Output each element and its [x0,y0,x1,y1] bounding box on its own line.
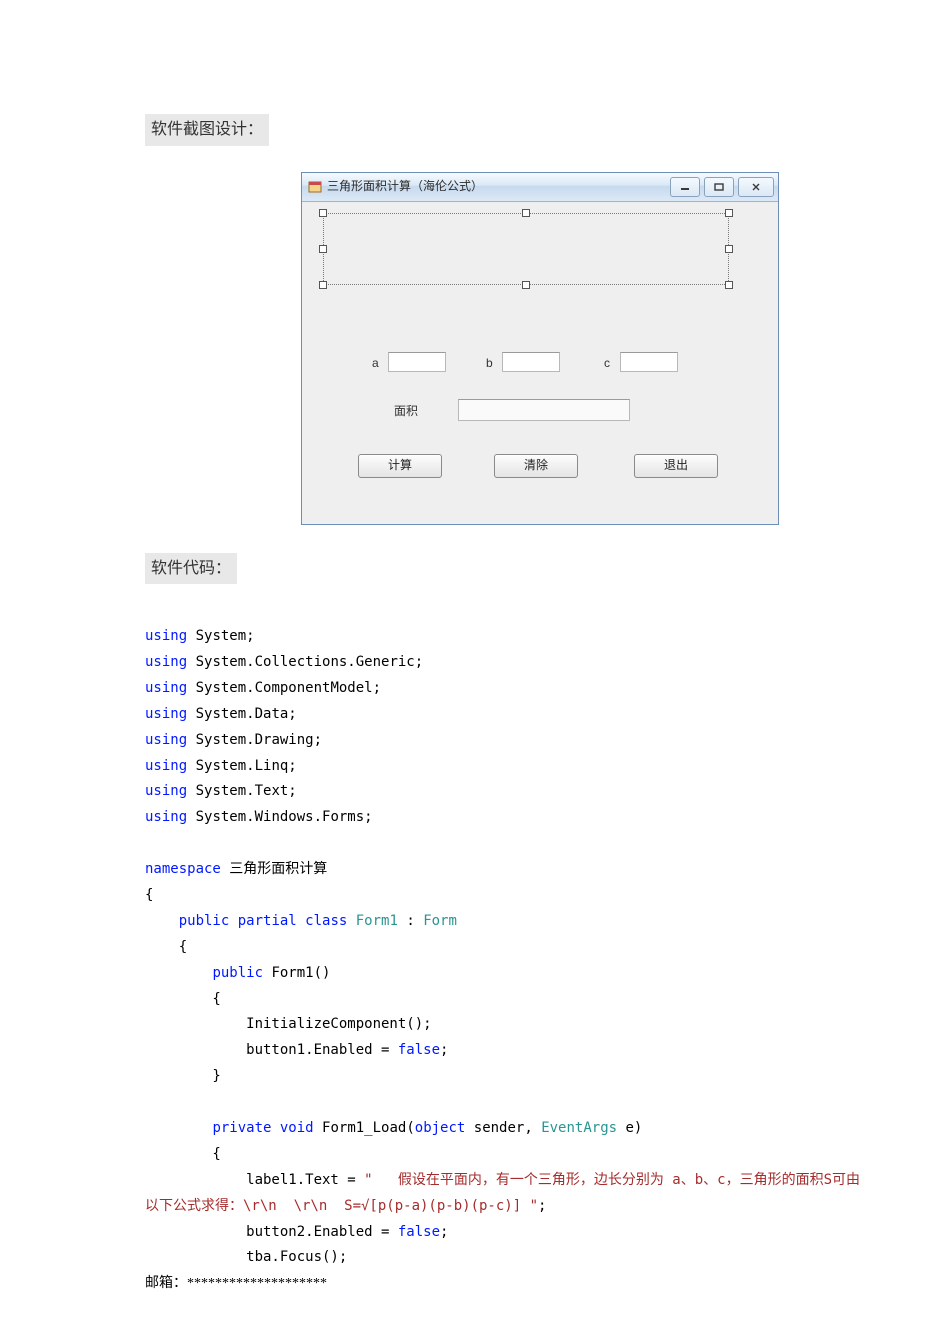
label-a: a [372,354,379,373]
resize-handle[interactable] [319,245,327,253]
code-text: System.ComponentModel; [187,680,381,696]
kw-using: using [145,758,187,774]
footer-masked: ******************** [187,1276,327,1291]
kw-void: void [271,1120,313,1136]
kw-using: using [145,654,187,670]
code-text: InitializeComponent(); [145,1016,432,1032]
form-icon [308,180,322,194]
kw-public: public [179,913,230,929]
code-text: button1.Enabled = [145,1042,398,1058]
code-text: System.Collections.Generic; [187,654,423,670]
type-eventargs: EventArgs [541,1120,617,1136]
code-text: Form1() [263,965,330,981]
exit-button[interactable]: 退出 [634,454,718,478]
code-text: System.Drawing; [187,732,322,748]
kw-using: using [145,680,187,696]
code-text: tba.Focus(); [145,1249,347,1265]
kw-partial: partial [229,913,296,929]
exit-button-label: 退出 [664,456,688,475]
resize-handle[interactable] [725,245,733,253]
type-form: Form [423,913,457,929]
label-area: 面积 [394,402,418,421]
calc-button[interactable]: 计算 [358,454,442,478]
winforms-designer-window: 三角形面积计算（海伦公式） [301,172,779,525]
kw-namespace: namespace [145,861,221,877]
title-bar: 三角形面积计算（海伦公式） [302,173,778,202]
code-text: System.Data; [187,706,297,722]
window-title: 三角形面积计算（海伦公式） [327,177,670,196]
heading-screenshot-design: 软件截图设计： [145,114,269,146]
type-form1: Form1 [347,913,398,929]
kw-public: public [212,965,263,981]
code-text: Form1_Load( [314,1120,415,1136]
brace: { [145,887,153,903]
kw-using: using [145,628,187,644]
designer-selection-label1[interactable] [322,212,730,286]
textbox-area[interactable] [458,399,630,421]
resize-handle[interactable] [725,209,733,217]
code-text: 三角形面积计算 [221,861,327,877]
label-b: b [486,354,493,373]
kw-using: using [145,732,187,748]
string-literal: " 假设在平面内，有一个三角形，边长分别为 a、b、c，三角形的面积S可由 [364,1172,860,1188]
kw-false: false [398,1224,440,1240]
form-client-area: a b c 面积 计算 清除 退出 [302,202,778,524]
resize-handle[interactable] [319,209,327,217]
kw-class: class [297,913,348,929]
calc-button-label: 计算 [388,456,412,475]
resize-handle[interactable] [522,281,530,289]
kw-object: object [415,1120,466,1136]
code-text: System; [187,628,254,644]
string-literal: 以下公式求得：\r\n \r\n S=√[p(p-a)(p-b)(p-c)] " [145,1198,538,1214]
resize-handle[interactable] [319,281,327,289]
code-text: System.Text; [187,783,297,799]
resize-handle[interactable] [725,281,733,289]
textbox-c[interactable] [620,352,678,372]
clear-button[interactable]: 清除 [494,454,578,478]
code-text: sender, [465,1120,541,1136]
code-text: ; [538,1198,546,1214]
kw-using: using [145,783,187,799]
resize-handle[interactable] [522,209,530,217]
footer-label: 邮箱： [145,1276,187,1291]
code-text: System.Windows.Forms; [187,809,372,825]
label-c: c [604,354,610,373]
code-text: button2.Enabled = [145,1224,398,1240]
textbox-b[interactable] [502,352,560,372]
code-text: : [398,913,423,929]
code-text: System.Linq; [187,758,297,774]
code-text: e) [617,1120,642,1136]
code-text: ; [440,1224,448,1240]
kw-private: private [212,1120,271,1136]
clear-button-label: 清除 [524,456,548,475]
kw-using: using [145,706,187,722]
code-text: label1.Text = [145,1172,364,1188]
kw-using: using [145,809,187,825]
kw-false: false [398,1042,440,1058]
code-text: ; [440,1042,448,1058]
heading-code: 软件代码： [145,553,237,585]
maximize-button[interactable] [704,177,734,197]
minimize-button[interactable] [670,177,700,197]
code-block: using System; using System.Collections.G… [145,598,800,1271]
footer-email: 邮箱：******************** [145,1273,800,1295]
textbox-a[interactable] [388,352,446,372]
close-button[interactable] [738,177,774,197]
